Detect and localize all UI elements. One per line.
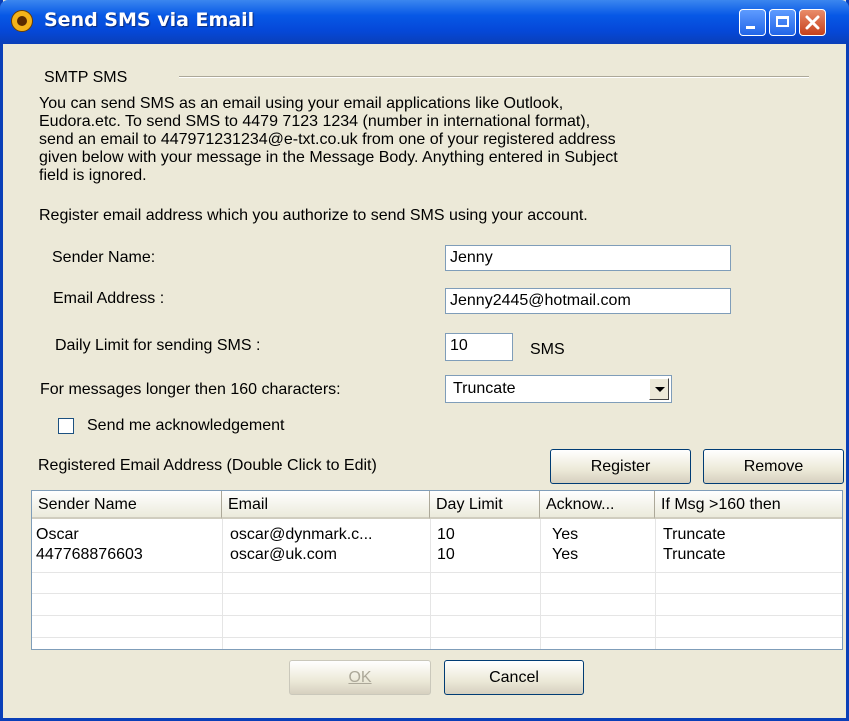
register-button[interactable]: Register: [550, 449, 691, 484]
intro-line: given below with your message in the Mes…: [39, 149, 618, 166]
cell-day-limit: 10: [437, 526, 455, 543]
cell-acknowledge: Yes: [552, 526, 579, 543]
intro-text: You can send SMS as an email using your …: [39, 95, 819, 185]
intro-line: Eudora.etc. To send SMS to 4479 7123 123…: [39, 113, 591, 130]
table-row[interactable]: Oscar oscar@dynmark.c... 10 Yes Truncate: [32, 526, 842, 544]
cell-day-limit: 10: [437, 546, 455, 563]
column-header-acknowledge[interactable]: Acknow...: [540, 491, 655, 519]
title-bar[interactable]: Send SMS via Email: [0, 0, 849, 44]
column-header-email[interactable]: Email: [222, 491, 430, 519]
minimize-button[interactable]: [739, 9, 766, 36]
sender-name-label: Sender Name:: [52, 249, 156, 266]
grid-line: [32, 637, 842, 638]
sender-name-input[interactable]: Jenny: [445, 245, 731, 271]
cancel-label: Cancel: [489, 669, 539, 686]
cell-sender-name: 447768876603: [36, 546, 143, 563]
chevron-down-icon[interactable]: [649, 378, 669, 400]
cell-acknowledge: Yes: [552, 546, 579, 563]
cell-long-message: Truncate: [663, 546, 726, 563]
register-prompt: Register email address which you authori…: [39, 207, 588, 224]
intro-line: field is ignored.: [39, 167, 147, 184]
group-label: SMTP SMS: [44, 69, 128, 86]
long-message-select[interactable]: Truncate: [445, 375, 672, 403]
window-title: Send SMS via Email: [44, 9, 255, 31]
close-button[interactable]: [799, 9, 826, 36]
maximize-button[interactable]: [769, 9, 796, 36]
cell-long-message: Truncate: [663, 526, 726, 543]
long-message-value: Truncate: [453, 380, 516, 397]
daily-limit-label: Daily Limit for sending SMS :: [55, 337, 261, 354]
daily-limit-unit: SMS: [530, 341, 565, 358]
cell-sender-name: Oscar: [36, 526, 79, 543]
registered-list-label: Registered Email Address (Double Click t…: [38, 457, 377, 474]
long-message-label: For messages longer then 160 characters:: [40, 381, 341, 398]
acknowledgement-label: Send me acknowledgement: [87, 417, 285, 434]
intro-line: send an email to 447971231234@e-txt.co.u…: [39, 131, 616, 148]
registered-email-table[interactable]: Sender Name Email Day Limit Acknow... If…: [31, 490, 843, 650]
group-divider: [179, 76, 809, 78]
column-header-day-limit[interactable]: Day Limit: [430, 491, 540, 519]
table-row[interactable]: 447768876603 oscar@uk.com 10 Yes Truncat…: [32, 546, 842, 564]
cell-email: oscar@dynmark.c...: [230, 526, 373, 543]
grid-line: [32, 615, 842, 616]
daily-limit-input[interactable]: 10: [445, 333, 513, 361]
grid-line: [32, 572, 842, 573]
grid-line: [32, 593, 842, 594]
close-icon: [805, 15, 820, 30]
cell-email: oscar@uk.com: [230, 546, 337, 563]
remove-button[interactable]: Remove: [703, 449, 844, 484]
send-sms-dialog: Send SMS via Email SMTP SMS You can send…: [0, 0, 849, 721]
intro-line: You can send SMS as an email using your …: [39, 95, 564, 112]
column-header-sender-name[interactable]: Sender Name: [32, 491, 222, 519]
ok-button[interactable]: OK: [289, 660, 431, 695]
column-header-long-message[interactable]: If Msg >160 then: [655, 491, 842, 519]
app-logo-icon: [11, 10, 33, 32]
email-label: Email Address :: [53, 290, 165, 307]
ok-label: OK: [348, 669, 372, 686]
cancel-button[interactable]: Cancel: [444, 660, 584, 695]
email-input[interactable]: Jenny2445@hotmail.com: [445, 288, 731, 314]
acknowledgement-checkbox[interactable]: [58, 418, 74, 434]
